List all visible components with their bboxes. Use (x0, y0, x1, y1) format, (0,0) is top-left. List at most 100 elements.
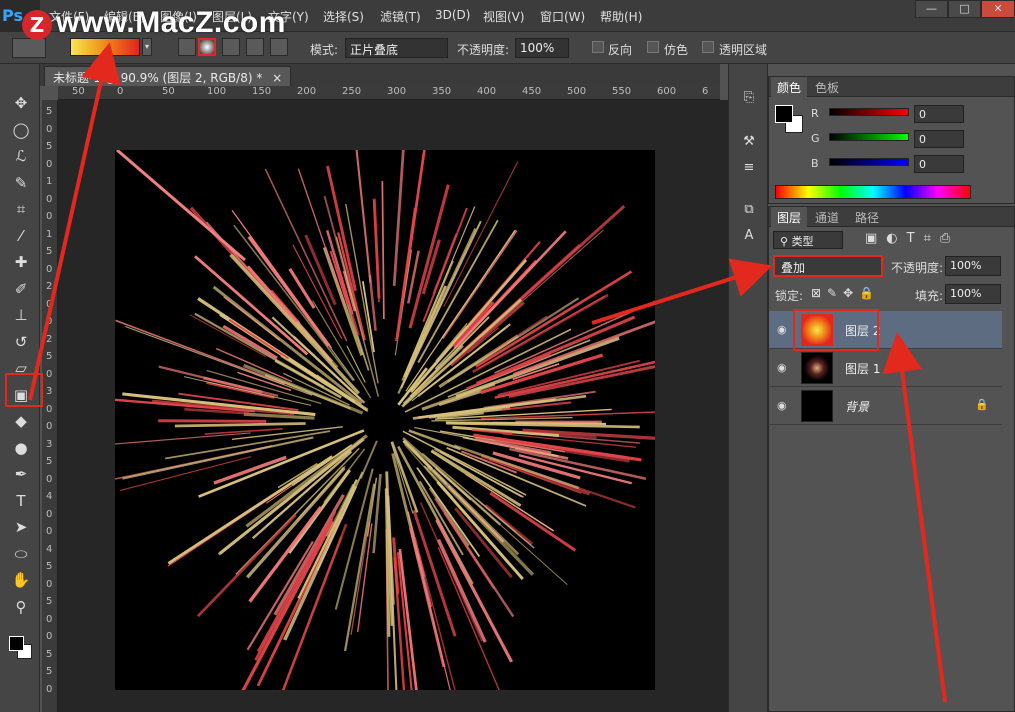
gradient-picker[interactable] (70, 38, 140, 56)
dither-checkbox[interactable] (647, 41, 659, 53)
maximize-button[interactable]: □ (948, 0, 981, 18)
marquee-tool[interactable]: ◯ (10, 119, 32, 141)
layer-name[interactable]: 背景 (845, 398, 869, 415)
eyedropper-tool[interactable]: ⁄ (10, 225, 32, 247)
angle-gradient-button[interactable] (222, 38, 240, 56)
foreground-swatch[interactable] (9, 636, 24, 651)
layer-filter-select[interactable]: ⚲ 类型 (773, 231, 843, 249)
ruler-tick-label: 0 (46, 211, 53, 222)
blend-mode-select[interactable]: 叠加 (773, 255, 883, 277)
type-tool[interactable]: T (10, 490, 32, 512)
menu-filter[interactable]: 滤镜(T) (380, 8, 421, 25)
dodge-tool[interactable]: ● (10, 437, 32, 459)
tab-swatches[interactable]: 色板 (809, 77, 845, 97)
tool-preset-picker[interactable] (12, 38, 46, 58)
crop-tool[interactable]: ⌗ (10, 198, 32, 220)
menu-help[interactable]: 帮助(H) (600, 8, 642, 25)
layer-opacity-input[interactable]: 100% (945, 256, 1001, 276)
menu-view[interactable]: 视图(V) (483, 8, 525, 25)
layer-row[interactable]: ◉ 图层 1 (769, 349, 1002, 387)
reflected-gradient-button[interactable] (246, 38, 264, 56)
firework-streak (381, 181, 385, 319)
diamond-gradient-button[interactable] (270, 38, 288, 56)
layer-filter-icons[interactable]: ▣◐T⌗⎙ (865, 231, 959, 246)
color-spectrum-bar[interactable] (775, 185, 971, 199)
quick-select-tool[interactable]: ✎ (10, 172, 32, 194)
menu-3d[interactable]: 3D(D) (435, 8, 470, 22)
blur-tool[interactable]: ◆ (10, 410, 32, 432)
ruler-tick-label: 0 (46, 613, 53, 625)
ruler-tick-label: 5 (46, 596, 53, 607)
opacity-input[interactable]: 100% (515, 38, 569, 58)
pen-tool[interactable]: ✒ (10, 463, 32, 485)
firework-streak (405, 230, 516, 392)
visibility-eye-icon[interactable]: ◉ (777, 399, 791, 413)
ruler-tick-label: 0 (46, 193, 53, 205)
healing-tool[interactable]: ✚ (10, 251, 32, 273)
tab-channels[interactable]: 通道 (809, 207, 845, 227)
menu-select[interactable]: 选择(S) (323, 8, 364, 25)
blue-slider[interactable] (829, 158, 909, 166)
watermark-text: www.MacZ.com (56, 6, 286, 39)
ruler-tick-label: 0 (46, 631, 53, 642)
transparency-checkbox[interactable] (702, 41, 714, 53)
close-button[interactable]: ✕ (981, 0, 1015, 18)
gradient-tool[interactable]: ▣ (10, 384, 32, 406)
ruler-tick-label: 600 (657, 86, 677, 97)
tab-color[interactable]: 颜色 (771, 77, 808, 97)
panel-dock: ⎘ ⚒ ≡ ⧉ A (728, 64, 768, 712)
ruler-tick-label: 350 (432, 86, 452, 97)
tab-paths[interactable]: 路径 (849, 207, 885, 227)
lasso-tool[interactable]: ℒ (10, 145, 32, 167)
green-slider[interactable] (829, 133, 909, 141)
character-icon[interactable]: A (739, 226, 759, 246)
layer-thumbnail (801, 352, 833, 384)
eraser-tool[interactable]: ▱ (10, 357, 32, 379)
history-brush-tool[interactable]: ↺ (10, 331, 32, 353)
lock-icons[interactable]: ⊠✎✥🔒 (811, 286, 880, 300)
fill-input[interactable]: 100% (945, 284, 1001, 304)
linear-gradient-button[interactable] (178, 38, 196, 56)
document-tab[interactable]: 未标题-1 @ 90.9% (图层 2, RGB/8) * × (44, 66, 292, 86)
green-value[interactable]: 0 (914, 130, 964, 148)
history-icon[interactable]: ⎘ (739, 88, 759, 108)
layer-name[interactable]: 图层 1 (845, 360, 880, 377)
ruler-tick-label: 5 (46, 246, 53, 257)
chevron-down-icon[interactable]: ▾ (142, 38, 152, 56)
red-value[interactable]: 0 (914, 105, 964, 123)
ruler-tick-label: 0 (117, 86, 124, 97)
brush-tool[interactable]: ✐ (10, 278, 32, 300)
shape-tool[interactable]: ⬭ (10, 543, 32, 565)
ruler-tick-label: 4 (46, 543, 53, 555)
layer-row[interactable]: ◉ 背景 🔒 (769, 387, 1002, 425)
ruler-tick-label: 0 (46, 158, 53, 170)
tab-layers[interactable]: 图层 (771, 207, 808, 227)
close-icon[interactable]: × (272, 71, 282, 85)
adjustments-icon[interactable]: ≡ (739, 158, 759, 178)
blue-value[interactable]: 0 (914, 155, 964, 173)
ruler-tick-label: 0 (46, 123, 53, 135)
ruler-horizontal: 50 0 50 100 150 200 250 300 350 400 450 500 550 600 6 (58, 86, 720, 100)
ruler-tick-label: 1 (46, 228, 53, 240)
visibility-eye-icon[interactable]: ◉ (777, 323, 791, 337)
mode-select[interactable]: 正片叠底 (345, 38, 448, 58)
red-slider[interactable] (829, 108, 909, 116)
ruler-tick-label: 2 (46, 281, 53, 292)
visibility-eye-icon[interactable]: ◉ (777, 361, 791, 375)
minimize-button[interactable]: — (915, 0, 948, 18)
brush-presets-icon[interactable]: ⚒ (739, 132, 759, 152)
path-select-tool[interactable]: ➤ (10, 516, 32, 538)
radial-gradient-button[interactable] (198, 38, 216, 56)
zoom-tool[interactable]: ⚲ (10, 596, 32, 618)
ruler-tick-label: 50 (72, 86, 85, 97)
reverse-checkbox[interactable] (592, 41, 604, 53)
properties-icon[interactable]: ⧉ (739, 200, 759, 220)
ruler-tick-label: 5 (46, 666, 53, 677)
ruler-tick-label: 50 (162, 86, 175, 97)
document-canvas[interactable] (115, 150, 655, 690)
stamp-tool[interactable]: ⊥ (10, 304, 32, 326)
hand-tool[interactable]: ✋ (10, 569, 32, 591)
menu-window[interactable]: 窗口(W) (540, 8, 585, 25)
move-tool[interactable]: ✥ (10, 92, 32, 114)
foreground-color-swatch[interactable] (775, 105, 793, 123)
